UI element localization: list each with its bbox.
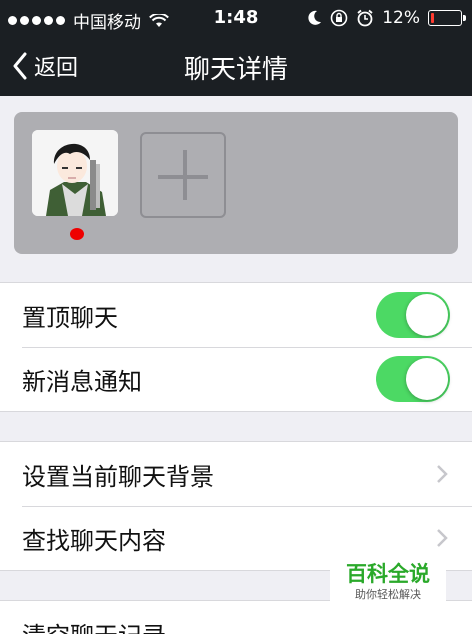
avatar-illustration	[32, 130, 118, 216]
row-chat-background[interactable]: 设置当前聊天背景	[0, 442, 472, 506]
members-card	[14, 112, 458, 254]
pin-chat-toggle[interactable]	[376, 292, 450, 338]
red-dot-badge	[70, 228, 84, 240]
notification-toggle[interactable]	[376, 356, 450, 402]
row-label: 新消息通知	[22, 367, 142, 396]
status-right: 12%	[308, 8, 466, 28]
row-label: 查找聊天内容	[22, 526, 166, 555]
row-label: 置顶聊天	[22, 303, 118, 332]
watermark-subtitle: 助你轻松解决	[355, 588, 421, 601]
toggle-knob	[406, 294, 448, 336]
page-title: 聊天详情	[183, 55, 288, 85]
add-member-button[interactable]	[140, 132, 226, 218]
avatar[interactable]	[32, 130, 118, 216]
battery-level	[431, 13, 434, 23]
chevron-right-icon	[437, 465, 448, 483]
status-bar: 中国移动 1:48 12%	[0, 0, 472, 36]
watermark-title: 百科全说	[346, 562, 430, 586]
settings-group-1: 置顶聊天 新消息通知	[0, 282, 472, 412]
row-pin-chat: 置顶聊天	[0, 283, 472, 347]
watermark: 百科全说 助你轻松解决	[330, 560, 446, 608]
row-label: 设置当前聊天背景	[22, 462, 214, 491]
battery-icon	[428, 10, 466, 26]
moon-icon	[308, 10, 322, 25]
settings-group-2: 设置当前聊天背景 查找聊天内容	[0, 441, 472, 571]
nav-bar: 返回 聊天详情	[0, 36, 472, 96]
alarm-icon	[357, 9, 373, 27]
toggle-knob	[406, 358, 448, 400]
battery-percent: 12%	[382, 8, 420, 28]
rotation-lock-icon	[330, 9, 348, 27]
row-label: 清空聊天记录	[22, 616, 166, 634]
chevron-right-icon	[437, 529, 448, 547]
row-message-notification: 新消息通知	[0, 347, 472, 411]
